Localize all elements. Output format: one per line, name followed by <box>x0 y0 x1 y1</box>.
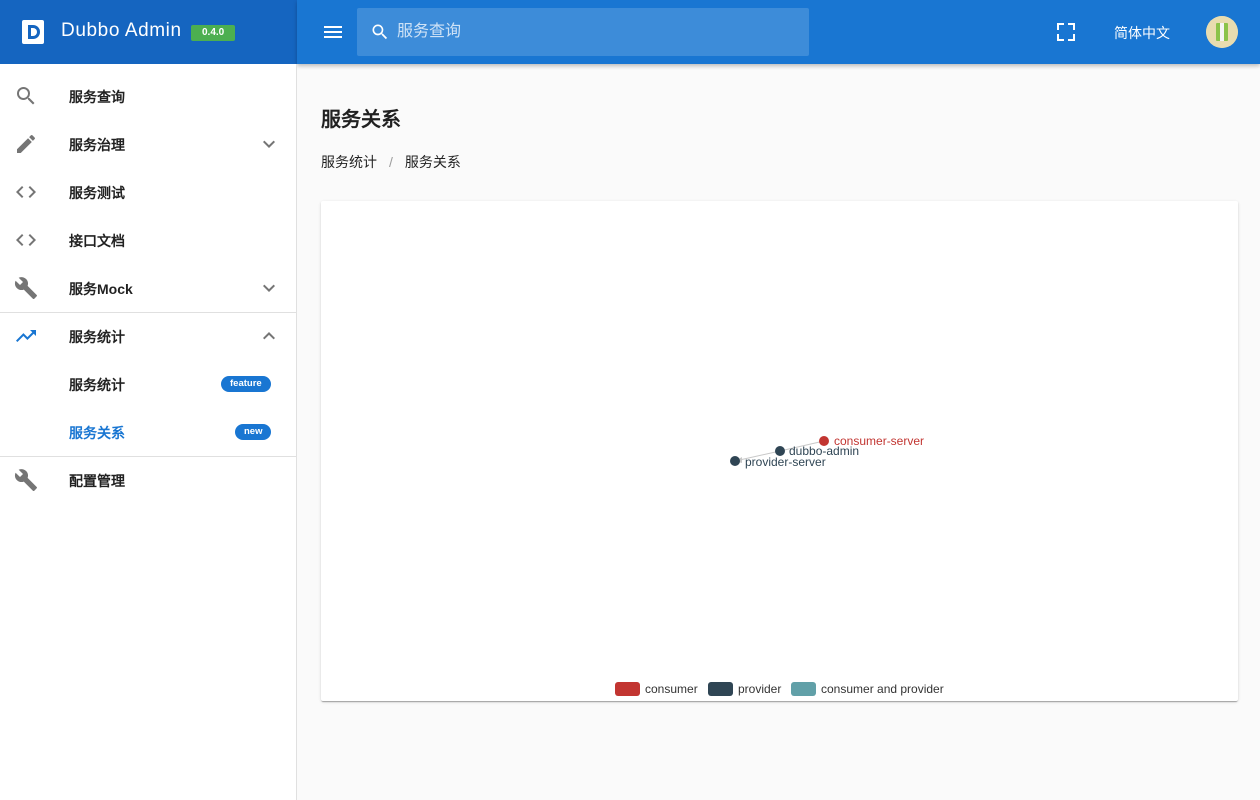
graph-node-label: provider-server <box>745 455 826 469</box>
menu-icon[interactable] <box>319 20 347 44</box>
code-icon <box>16 234 36 246</box>
sidebar-item-service-governance[interactable]: 服务治理 <box>0 120 296 168</box>
sidebar-item-service-test[interactable]: 服务测试 <box>0 168 296 216</box>
user-avatar[interactable] <box>1206 16 1238 48</box>
code-icon <box>16 186 36 198</box>
search-icon <box>372 24 388 40</box>
sidebar-item-label: 服务统计 <box>69 329 125 345</box>
sidebar-item-label: 服务统计 <box>69 377 125 393</box>
search-box[interactable] <box>357 8 809 56</box>
sidebar-item-service-search[interactable]: 服务查询 <box>0 72 296 120</box>
top-toolbar: 简体中文 <box>297 0 1260 64</box>
legend-label[interactable]: consumer and provider <box>821 682 944 696</box>
legend-swatch-provider[interactable] <box>708 682 733 696</box>
service-relation-card: consumer-server dubbo-admin provider-ser… <box>321 201 1238 701</box>
sidebar-item-label: 配置管理 <box>69 473 125 489</box>
sidebar-item-label: 服务治理 <box>69 137 125 153</box>
sidebar-item-service-mock[interactable]: 服务Mock <box>0 264 296 312</box>
legend-swatch-consumer[interactable] <box>615 682 640 696</box>
graph-node-provider-server[interactable] <box>730 456 740 466</box>
sidebar-item-label: 服务测试 <box>69 185 125 201</box>
graph-legend: consumer provider consumer and provider <box>615 682 944 696</box>
fullscreen-icon[interactable] <box>1057 23 1075 41</box>
breadcrumb-item[interactable]: 服务统计 <box>321 154 377 170</box>
language-selector[interactable]: 简体中文 <box>1114 23 1170 43</box>
sidebar-item-label: 接口文档 <box>69 233 125 249</box>
pencil-icon <box>17 134 36 153</box>
sidebar-item-config-management[interactable]: 配置管理 <box>0 456 296 504</box>
sidebar-item-label: 服务查询 <box>69 89 125 105</box>
new-badge: new <box>235 424 272 440</box>
avatar-icon <box>1206 16 1238 48</box>
sidebar: 服务查询 服务治理 服务测试 接口文档 服务Mock 服务统计 服务统计 fea… <box>0 64 297 800</box>
legend-label[interactable]: provider <box>738 682 781 696</box>
chevron-up-icon <box>263 332 275 340</box>
search-icon <box>17 87 35 105</box>
wrench-icon <box>14 277 37 299</box>
breadcrumb: 服务统计 / 服务关系 <box>321 152 461 172</box>
sidebar-subitem-service-statistics[interactable]: 服务统计 feature <box>0 360 296 408</box>
sidebar-item-label: 服务关系 <box>69 425 125 441</box>
sidebar-item-service-statistics[interactable]: 服务统计 <box>0 312 296 360</box>
brand-header: Dubbo Admin 0.4.0 <box>0 0 297 64</box>
sidebar-subitem-service-relation[interactable]: 服务关系 new <box>0 408 296 456</box>
chevron-down-icon <box>263 140 275 148</box>
sidebar-item-api-docs[interactable]: 接口文档 <box>0 216 296 264</box>
feature-badge: feature <box>221 376 271 392</box>
breadcrumb-item-current: 服务关系 <box>404 154 461 170</box>
relation-graph[interactable]: consumer-server dubbo-admin provider-ser… <box>321 201 1238 701</box>
chevron-down-icon <box>263 284 275 292</box>
wrench-icon <box>14 469 37 491</box>
version-badge: 0.4.0 <box>191 25 236 41</box>
dubbo-logo-icon <box>22 20 44 44</box>
trending-up-icon <box>16 330 36 342</box>
legend-swatch-consumer-and-provider[interactable] <box>791 682 816 696</box>
page-title: 服务关系 <box>321 109 401 131</box>
sidebar-item-label: 服务Mock <box>69 281 133 297</box>
app-title: Dubbo Admin <box>61 20 182 41</box>
legend-label[interactable]: consumer <box>645 682 698 696</box>
breadcrumb-separator: / <box>389 154 393 170</box>
search-input[interactable] <box>397 8 797 56</box>
